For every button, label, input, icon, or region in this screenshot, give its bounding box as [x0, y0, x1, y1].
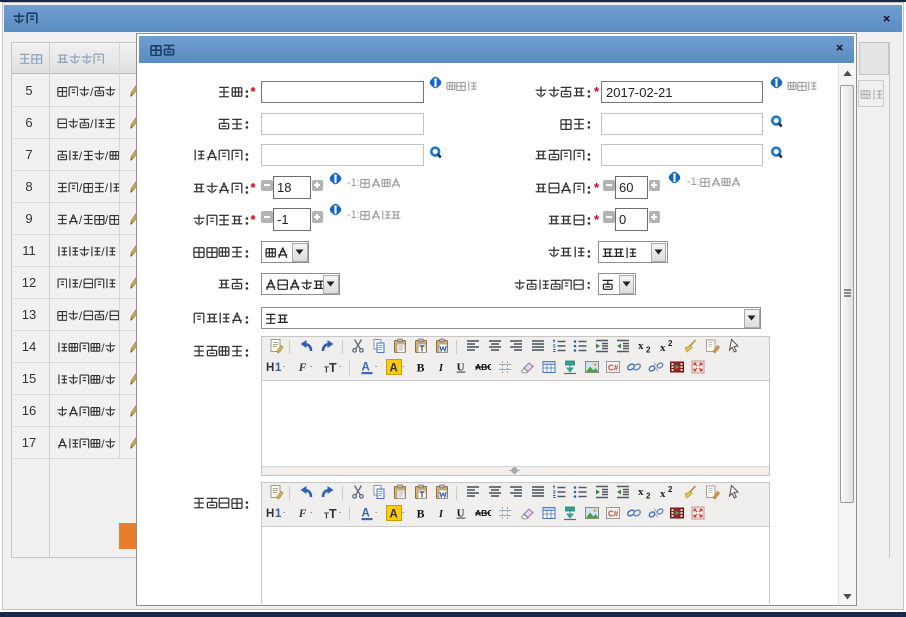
- svg-text:2: 2: [668, 485, 673, 494]
- svg-text:I: I: [438, 363, 444, 374]
- svg-text:x: x: [638, 340, 644, 352]
- svg-text:F: F: [298, 508, 307, 520]
- svg-text:C#: C#: [608, 364, 619, 373]
- svg-text:B: B: [417, 360, 425, 374]
- svg-text:1: 1: [275, 508, 282, 520]
- svg-text:A: A: [362, 362, 370, 374]
- svg-text:1: 1: [275, 362, 282, 374]
- svg-text:I: I: [438, 509, 444, 520]
- svg-text:H: H: [266, 508, 274, 520]
- svg-text:A: A: [390, 509, 398, 521]
- svg-text:C#: C#: [608, 510, 619, 519]
- svg-text:x: x: [660, 488, 666, 500]
- svg-text:T: T: [329, 361, 337, 375]
- svg-text:x: x: [638, 486, 644, 498]
- svg-text:2: 2: [646, 346, 651, 355]
- svg-text:B: B: [417, 506, 425, 520]
- svg-text:T: T: [329, 507, 337, 521]
- svg-text:F: F: [298, 362, 307, 374]
- svg-text:A: A: [390, 363, 398, 375]
- svg-text:A: A: [362, 508, 370, 520]
- svg-text:H: H: [266, 362, 274, 374]
- svg-text:x: x: [660, 342, 666, 354]
- svg-text:2: 2: [646, 492, 651, 501]
- svg-text:2: 2: [668, 339, 673, 348]
